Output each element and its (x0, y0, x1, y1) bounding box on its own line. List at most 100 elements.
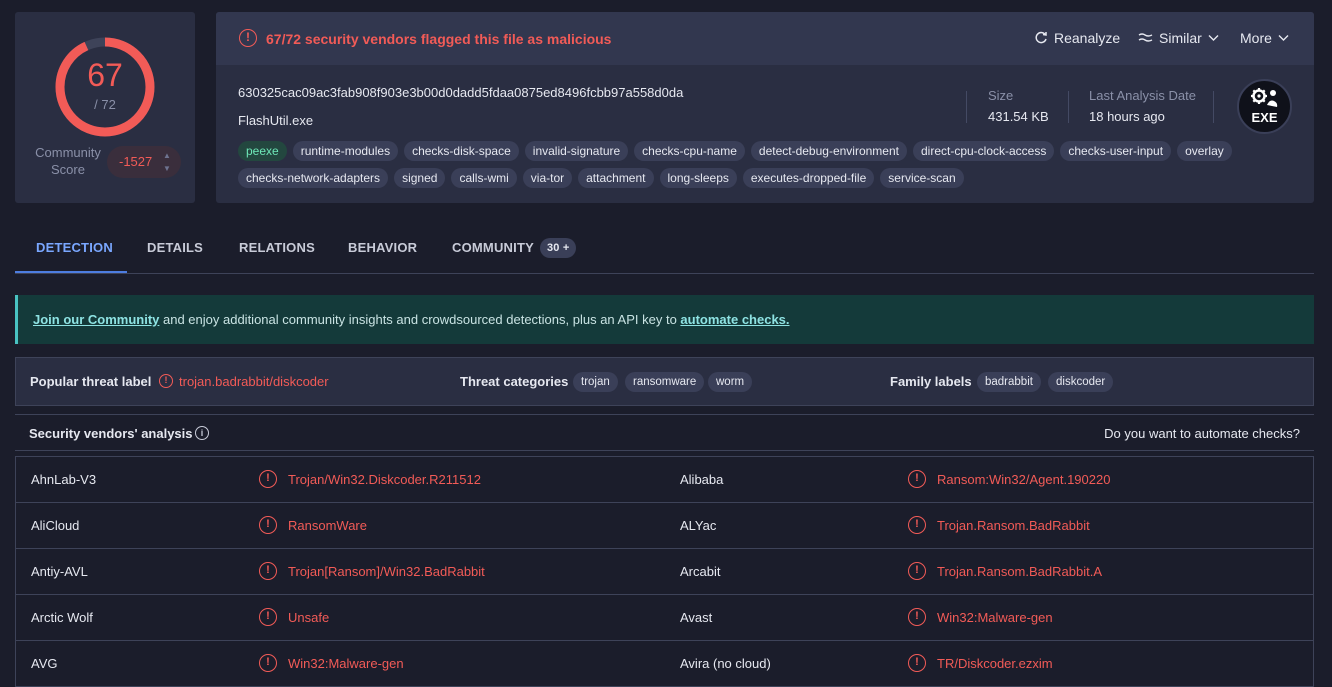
tab-detection[interactable]: DETECTION (15, 228, 127, 273)
file-type-badge: EXE (1237, 79, 1292, 134)
tab-relations[interactable]: RELATIONS (239, 228, 315, 273)
file-tag[interactable]: service-scan (880, 168, 964, 188)
file-name: FlashUtil.exe (238, 113, 314, 128)
tags-row: peexe runtime-modules checks-disk-space inv… (238, 141, 1298, 161)
tags-row: checks-network-adapters signed calls-wmi vi… (238, 168, 1298, 188)
alert-icon: ! (259, 516, 277, 534)
vendor-name: Arctic Wolf (31, 610, 93, 625)
meta-divider (1213, 91, 1214, 123)
alert-icon: ! (259, 470, 277, 488)
vote-up-icon[interactable]: ▲ (162, 149, 172, 162)
tab-community[interactable]: COMMUNITY 30 + (452, 228, 577, 273)
vendor-name: Avast (680, 610, 713, 625)
threat-category-pill[interactable]: trojan (573, 372, 618, 392)
popular-threat-value[interactable]: trojan.badrabbit/diskcoder (179, 374, 329, 389)
similar-icon (1138, 33, 1153, 42)
more-label: More (1240, 30, 1272, 46)
vendor-result[interactable]: Win32:Malware-gen (288, 656, 404, 671)
meta-divider (966, 91, 967, 123)
vendor-name: Antiy-AVL (31, 564, 88, 579)
alert-icon: ! (239, 29, 257, 47)
family-label-pill[interactable]: badrabbit (977, 372, 1041, 392)
alert-icon: ! (159, 374, 173, 388)
refresh-icon (1035, 31, 1047, 44)
vendor-result[interactable]: Trojan.Ransom.BadRabbit (937, 518, 1090, 533)
vendors-analysis-header: Security vendors' analysis i Do you want… (15, 414, 1314, 451)
tab-behavior[interactable]: BEHAVIOR (348, 228, 417, 273)
similar-label: Similar (1159, 30, 1202, 46)
file-tag[interactable]: direct-cpu-clock-access (912, 141, 1055, 161)
vote-down-icon[interactable]: ▼ (162, 162, 172, 175)
more-button[interactable]: More (1240, 30, 1289, 46)
vendor-name: AVG (31, 656, 58, 671)
file-tag[interactable]: invalid-signature (524, 141, 629, 161)
community-score-label: Community Score (35, 145, 101, 177)
size-label: Size (988, 88, 1014, 103)
vendor-row: AliCloud! RansomWare ALYac! Trojan.Ransom.B… (15, 503, 1314, 549)
file-tag[interactable]: calls-wmi (451, 168, 517, 188)
join-community-link[interactable]: Join our Community (33, 312, 159, 327)
threat-category-pill[interactable]: ransomware (625, 372, 705, 392)
vendor-result[interactable]: Ransom:Win32/Agent.190220 (937, 472, 1110, 487)
file-tag[interactable]: peexe (238, 141, 287, 161)
alert-icon: ! (259, 562, 277, 580)
file-tag[interactable]: checks-network-adapters (238, 168, 389, 188)
vendor-result[interactable]: RansomWare (288, 518, 367, 533)
threat-categories-label: Threat categories (460, 374, 569, 389)
size-value: 431.54 KB (988, 109, 1049, 124)
community-banner: Join our Community and enjoy additional … (15, 295, 1314, 344)
file-tag[interactable]: attachment (578, 168, 654, 188)
alert-icon: ! (259, 654, 277, 672)
file-tag[interactable]: overlay (1177, 141, 1232, 161)
alert-icon: ! (908, 608, 926, 626)
gears-icon (1251, 88, 1278, 107)
community-count-badge: 30 + (539, 238, 577, 258)
file-tag[interactable]: long-sleeps (659, 168, 737, 188)
threat-category-pill[interactable]: worm (708, 372, 753, 392)
similar-button[interactable]: Similar (1138, 30, 1219, 46)
vendor-row: Antiy-AVL! Trojan[Ransom]/Win32.BadRabbit… (15, 549, 1314, 595)
alert-icon: ! (908, 654, 926, 672)
file-tag[interactable]: checks-disk-space (404, 141, 519, 161)
family-labels-label: Family labels (890, 374, 972, 389)
chevron-down-icon (1208, 35, 1219, 41)
reanalyze-button[interactable]: Reanalyze (1034, 30, 1120, 46)
tab-community-label: COMMUNITY (452, 240, 534, 255)
vendor-name: AhnLab-V3 (31, 472, 97, 487)
file-tag[interactable]: checks-user-input (1060, 141, 1172, 161)
info-icon[interactable]: i (195, 426, 209, 440)
file-tag[interactable]: checks-cpu-name (634, 141, 745, 161)
vendor-name: Alibaba (680, 472, 724, 487)
alert-icon: ! (908, 562, 926, 580)
reanalyze-label: Reanalyze (1054, 30, 1121, 46)
summary-header: ! 67/72 security vendors flagged this fi… (216, 12, 1314, 65)
vendor-name: Avira (no cloud) (680, 656, 771, 671)
last-analysis-value: 18 hours ago (1089, 109, 1165, 124)
vendor-result[interactable]: Trojan[Ransom]/Win32.BadRabbit (288, 564, 485, 579)
file-type-label: EXE (1251, 110, 1278, 125)
automate-checks-link[interactable]: automate checks. (680, 312, 789, 327)
vendor-result[interactable]: Win32:Malware-gen (937, 610, 1053, 625)
malicious-alert-text: 67/72 security vendors flagged this file… (266, 31, 612, 47)
tab-details[interactable]: DETAILS (147, 228, 203, 273)
vendor-result[interactable]: Trojan/Win32.Diskcoder.R211512 (288, 472, 481, 487)
vendors-analysis-title: Security vendors' analysis (29, 426, 193, 441)
main-tabs: DETECTION DETAILS RELATIONS BEHAVIOR COM… (15, 228, 1314, 274)
vendor-result[interactable]: Unsafe (288, 610, 329, 625)
alert-icon: ! (908, 470, 926, 488)
vendor-name: AliCloud (31, 518, 80, 533)
file-tag[interactable]: runtime-modules (292, 141, 399, 161)
vendor-result[interactable]: Trojan.Ransom.BadRabbit.A (937, 564, 1102, 579)
file-tag[interactable]: detect-debug-environment (750, 141, 907, 161)
last-analysis-label: Last Analysis Date (1089, 88, 1196, 103)
vendor-result[interactable]: TR/Diskcoder.ezxim (937, 656, 1053, 671)
automate-checks-prompt[interactable]: Do you want to automate checks? (1104, 426, 1300, 441)
file-tag[interactable]: via-tor (522, 168, 573, 188)
file-tag[interactable]: executes-dropped-file (742, 168, 875, 188)
vendor-name: Arcabit (680, 564, 721, 579)
file-hash[interactable]: 630325cac09ac3fab908f903e3b00d0dadd5fdaa… (238, 85, 683, 100)
file-summary-card: ! 67/72 security vendors flagged this fi… (216, 12, 1314, 203)
file-tag[interactable]: signed (394, 168, 446, 188)
family-label-pill[interactable]: diskcoder (1048, 372, 1114, 392)
community-vote-arrows[interactable]: ▲ ▼ (162, 149, 172, 175)
